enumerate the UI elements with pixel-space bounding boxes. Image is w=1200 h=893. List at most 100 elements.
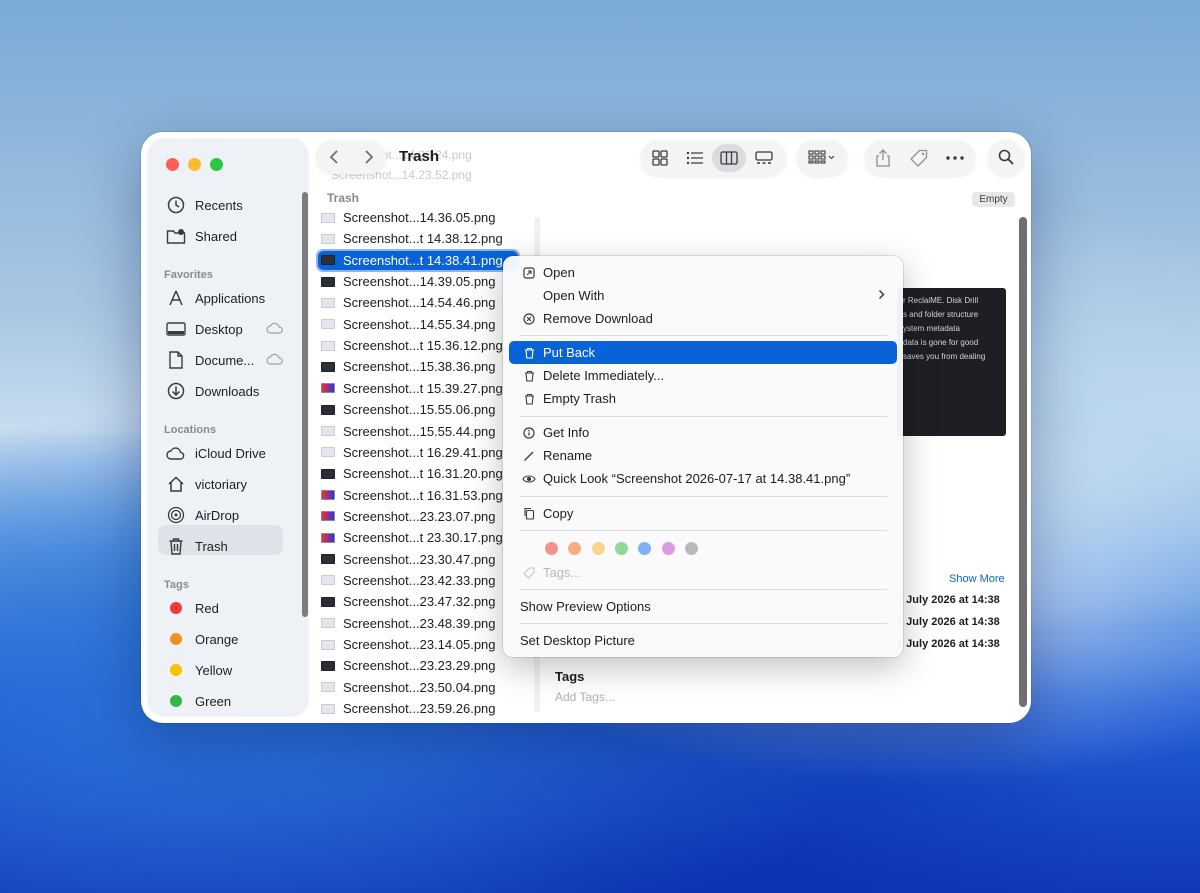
home-icon <box>166 474 186 494</box>
show-more-link[interactable]: Show More <box>949 573 1005 585</box>
file-row[interactable]: Screenshot...14.55.34.png <box>321 315 496 334</box>
back-button[interactable] <box>316 143 351 171</box>
gallery-view-button[interactable] <box>746 144 781 172</box>
sidebar-item-documents[interactable]: Docume... <box>166 347 254 373</box>
menu-item-tags[interactable]: Tags... <box>509 561 897 584</box>
empty-trash-button[interactable]: Empty <box>972 192 1015 207</box>
menu-item-quick-look[interactable]: Quick Look “Screenshot 2026-07-17 at 14.… <box>509 467 897 490</box>
menu-item-empty-trash[interactable]: Empty Trash <box>509 387 897 410</box>
sidebar-item-trash[interactable]: Trash <box>166 533 228 559</box>
sidebar: Recents Shared Favorites Applications De… <box>148 139 308 716</box>
menu-item-rename[interactable]: Rename <box>509 444 897 467</box>
image-thumbnail-icon <box>321 532 335 543</box>
tag-color-dot[interactable] <box>684 542 698 555</box>
sidebar-item-label: Shared <box>195 228 237 244</box>
tags-header: Tags <box>164 579 189 591</box>
file-row[interactable]: Screenshot...23.30.47.png <box>321 550 496 569</box>
file-row[interactable]: Screenshot...15.38.36.png <box>321 357 496 376</box>
file-row[interactable]: Screenshot...23.14.05.png <box>321 635 496 654</box>
file-name: Screenshot...t 16.31.20.png <box>343 466 503 482</box>
file-row[interactable]: Screenshot...23.50.04.png <box>321 678 496 697</box>
search-button[interactable] <box>988 140 1024 176</box>
column-view-button[interactable] <box>712 144 746 172</box>
minimize-window-button[interactable] <box>188 158 201 171</box>
sidebar-item-label: Desktop <box>195 321 243 337</box>
sidebar-item-label: Red <box>195 600 219 616</box>
sidebar-item-shared[interactable]: Shared <box>166 223 237 249</box>
sidebar-tag-orange[interactable]: Orange <box>166 626 238 652</box>
file-name: Screenshot...t 14.38.41.png <box>343 252 503 268</box>
preview-scrollbar[interactable] <box>1019 217 1027 707</box>
file-row[interactable]: Screenshot...t 15.36.12.png <box>321 336 503 355</box>
sidebar-item-label: Docume... <box>195 352 255 368</box>
file-row[interactable]: Screenshot...14.39.05.png <box>321 272 496 291</box>
menu-item-open[interactable]: Open <box>509 261 897 284</box>
menu-item-put-back[interactable]: Put Back <box>509 341 897 364</box>
sidebar-item-recents[interactable]: Recents <box>166 192 243 218</box>
menu-separator <box>519 589 887 590</box>
sidebar-item-downloads[interactable]: Downloads <box>166 378 259 404</box>
sidebar-item-label: Recents <box>195 197 243 213</box>
file-row[interactable]: Screenshot...t 16.31.53.png <box>321 486 503 505</box>
sidebar-item-home[interactable]: victoriary <box>166 471 247 497</box>
image-thumbnail-icon <box>321 639 335 650</box>
tag-color-dot[interactable] <box>638 542 652 555</box>
sidebar-tag-red[interactable]: Red <box>166 595 219 621</box>
tag-color-dot[interactable] <box>568 542 582 555</box>
file-row[interactable]: Screenshot...t 14.38.41.png <box>316 248 520 272</box>
applications-icon <box>166 288 186 308</box>
file-row[interactable]: Screenshot...23.48.39.png <box>321 614 496 633</box>
sidebar-tag-green[interactable]: Green <box>166 688 231 714</box>
file-name: Screenshot...23.23.29.png <box>343 658 496 674</box>
menu-item-copy[interactable]: Copy <box>509 502 897 525</box>
tag-color-dot[interactable] <box>591 542 605 555</box>
close-window-button[interactable] <box>166 158 179 171</box>
icon-view-button[interactable] <box>642 144 677 172</box>
tag-color-dot[interactable] <box>614 542 628 555</box>
menu-item-get-info[interactable]: Get Info <box>509 421 897 444</box>
menu-item-label: Set Desktop Picture <box>520 633 635 648</box>
tag-color-dot[interactable] <box>661 542 675 555</box>
add-tags-field[interactable]: Add Tags... <box>555 690 615 704</box>
file-name: Screenshot...t 14.38.12.png <box>343 231 503 247</box>
file-row[interactable]: Screenshot...15.55.44.png <box>321 422 496 441</box>
forward-button[interactable] <box>351 143 386 171</box>
file-row[interactable]: Screenshot...14.36.05.png <box>321 208 496 227</box>
file-name: Screenshot...14.36.05.png <box>343 210 496 225</box>
preview-image-text: s and folder structure <box>903 310 979 319</box>
menu-item-open-with[interactable]: Open With <box>509 284 897 307</box>
file-row[interactable]: Screenshot...23.47.32.png <box>321 592 496 611</box>
file-row[interactable]: Screenshot...23.23.29.png <box>321 656 496 675</box>
menu-item-delete-immediately[interactable]: Delete Immediately... <box>509 364 897 387</box>
tag-color-dot[interactable] <box>545 542 558 555</box>
menu-item-label: Quick Look “Screenshot 2026-07-17 at 14.… <box>543 471 851 486</box>
file-row[interactable]: Screenshot...t 15.39.27.png <box>321 379 503 398</box>
file-row[interactable]: Screenshot...t 16.31.20.png <box>321 464 503 483</box>
file-row[interactable]: Screenshot...t 16.29.41.png <box>321 443 503 462</box>
menu-item-set-desktop-picture[interactable]: Set Desktop Picture <box>509 629 897 652</box>
sidebar-item-icloud-drive[interactable]: iCloud Drive <box>166 440 266 466</box>
menu-item-label: Delete Immediately... <box>543 368 665 383</box>
list-view-button[interactable] <box>677 144 712 172</box>
metadata-date: 7 July 2026 at 14:38 <box>897 594 1000 606</box>
more-button[interactable] <box>937 144 973 172</box>
menu-item-show-preview-options[interactable]: Show Preview Options <box>509 595 897 618</box>
zoom-window-button[interactable] <box>210 158 223 171</box>
menu-item-remove-download[interactable]: Remove Download <box>509 307 897 330</box>
file-row[interactable]: Screenshot...t 23.30.17.png <box>321 528 503 547</box>
desktop-icon <box>166 319 186 339</box>
sidebar-scrollbar[interactable] <box>302 192 308 617</box>
sidebar-item-desktop[interactable]: Desktop <box>166 316 243 342</box>
group-by-button[interactable] <box>797 140 847 176</box>
tag-button[interactable] <box>901 144 937 172</box>
file-row[interactable]: Screenshot...t 14.38.12.png <box>321 229 503 248</box>
file-row[interactable]: Screenshot...15.55.06.png <box>321 400 496 419</box>
sidebar-item-applications[interactable]: Applications <box>166 285 265 311</box>
file-row[interactable]: Screenshot...23.42.33.png <box>321 571 496 590</box>
share-button[interactable] <box>865 144 901 172</box>
file-row[interactable]: Screenshot...23.23.07.png <box>321 507 496 526</box>
menu-item-label: Copy <box>543 506 574 521</box>
file-row[interactable]: Screenshot...23.59.26.png <box>321 699 496 718</box>
sidebar-tag-yellow[interactable]: Yellow <box>166 657 232 683</box>
file-row[interactable]: Screenshot...14.54.46.png <box>321 293 496 312</box>
